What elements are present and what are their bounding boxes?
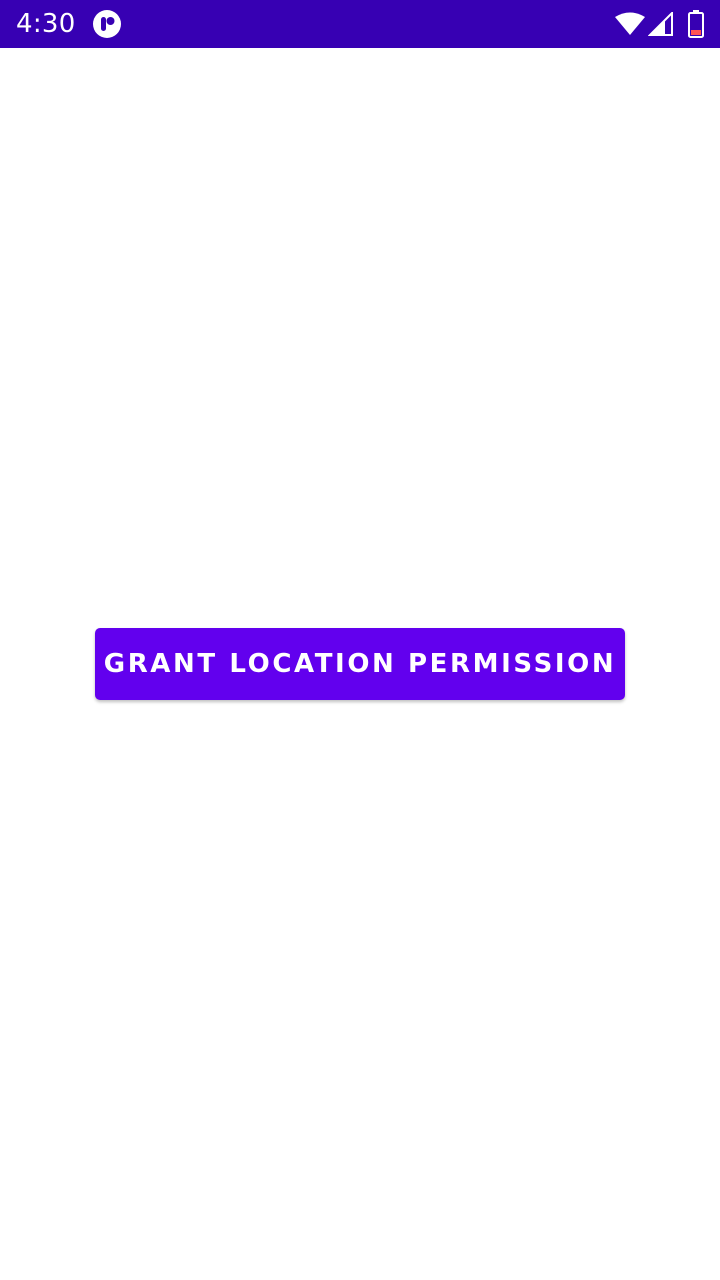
- status-bar: 4:30: [0, 0, 720, 48]
- status-time: 4:30: [16, 9, 76, 39]
- grant-location-permission-button[interactable]: GRANT LOCATION PERMISSION: [95, 628, 625, 700]
- wifi-icon: [615, 12, 645, 35]
- app-notification-icon: [93, 10, 121, 38]
- cell-signal-icon: [648, 12, 673, 36]
- battery-icon: [688, 10, 704, 38]
